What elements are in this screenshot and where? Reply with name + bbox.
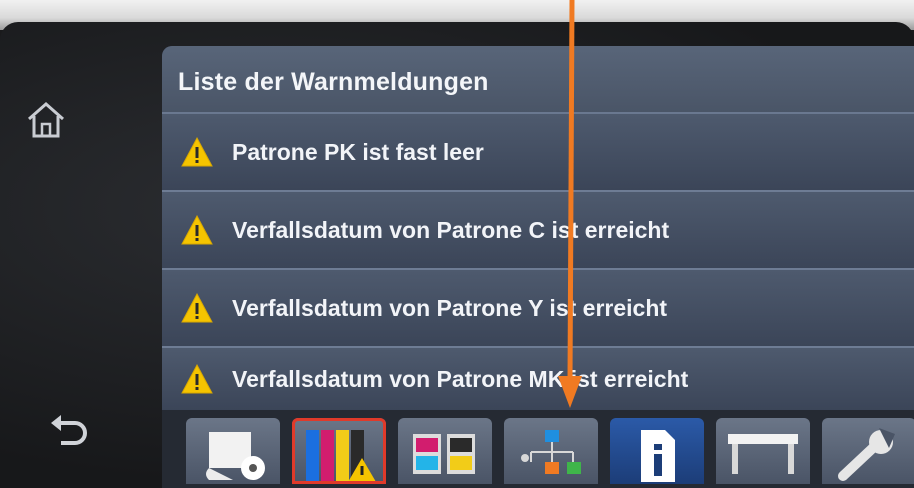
paper-button[interactable] <box>186 418 280 484</box>
title-bar: Liste der Warnmeldungen <box>162 46 914 114</box>
warning-text: Patrone PK ist fast leer <box>232 138 484 165</box>
warning-triangle-icon <box>181 136 213 167</box>
warning-triangle-icon <box>181 363 213 394</box>
warning-text: Verfallsdatum von Patrone Y ist erreicht <box>232 294 668 321</box>
bottom-toolbar <box>162 410 914 488</box>
network-button[interactable] <box>504 418 598 484</box>
warning-item[interactable]: Verfallsdatum von Patrone C ist erreicht <box>162 192 914 270</box>
warning-text: Verfallsdatum von Patrone C ist erreicht <box>232 216 670 243</box>
home-icon <box>28 101 64 138</box>
back-arrow-icon <box>51 415 87 445</box>
printheads-icon <box>413 434 475 474</box>
ink-cartridges-button[interactable] <box>292 418 386 484</box>
paper-roll-icon <box>206 432 265 480</box>
back-button[interactable] <box>40 404 96 460</box>
warning-triangle-icon <box>181 292 213 323</box>
warning-item[interactable]: Verfallsdatum von Patrone Y ist erreicht <box>162 270 914 348</box>
network-icon <box>521 430 581 474</box>
warning-item[interactable]: Verfallsdatum von Patrone MK ist erreich… <box>162 348 914 410</box>
wrench-icon <box>838 428 895 481</box>
warning-text: Verfallsdatum von Patrone MK ist erreich… <box>232 365 689 392</box>
ink-cartridges-icon <box>306 430 376 482</box>
warning-triangle-icon <box>181 214 213 245</box>
printheads-button[interactable] <box>398 418 492 484</box>
touch-screen: Liste der Warnmeldungen Patrone PK ist f… <box>162 46 914 488</box>
maintenance-button[interactable] <box>822 418 914 484</box>
home-button[interactable] <box>18 92 74 148</box>
printer-platen-button[interactable] <box>716 418 810 484</box>
info-icon <box>641 430 675 482</box>
info-button[interactable] <box>610 418 704 484</box>
printer-platen-icon <box>728 434 798 474</box>
page-title: Liste der Warnmeldungen <box>178 68 489 96</box>
warning-item[interactable]: Patrone PK ist fast leer <box>162 114 914 192</box>
